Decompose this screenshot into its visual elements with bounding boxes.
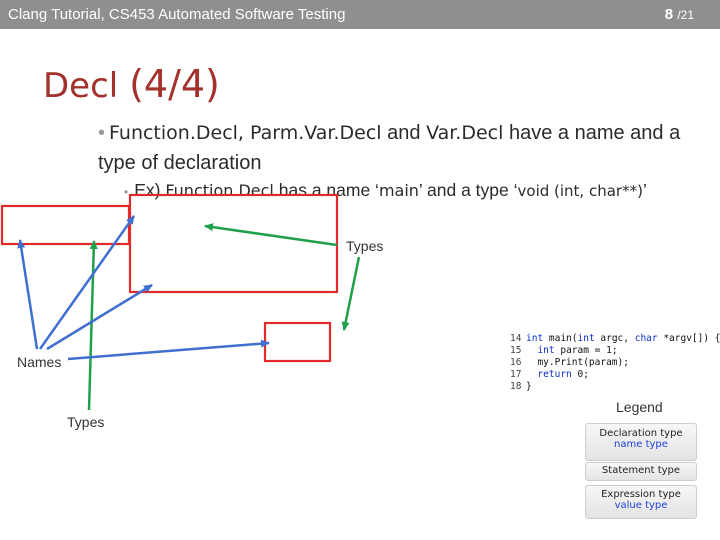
code-keyword: char [634,333,658,344]
example-type: void (int, char**) [517,182,643,200]
example-prefix: Ex) [134,180,166,200]
vardecl-name: Var.Decl [426,122,504,144]
code-snippet: 14 int main(int argc, char *argv[]) { 15 … [510,333,720,393]
page-current: 8 [664,6,674,23]
legend-statement-type: Statement type [601,465,681,476]
bullet-text: and [381,122,427,144]
legend-value-type: value type [614,500,668,511]
line-number: 18 [510,381,522,392]
highlight-box-main [128,193,339,294]
line-number: 16 [510,357,522,368]
bullet-dot-small: • [124,185,129,199]
legend-declaration: Declaration type name type [585,423,697,461]
code-text: main( [543,333,578,344]
arrow-names-to-int [17,239,39,350]
label-names: Names [17,354,62,370]
code-line: 16 my.Print(param); [510,357,720,369]
legend-declaration-type: Declaration type [599,428,683,439]
page-indicator: 8 /21 [665,6,694,23]
decl-names: Function.Decl, Parm.Var.Decl [109,122,382,144]
line-number: 14 [510,333,522,344]
legend-expression: Expression type value type [585,485,697,519]
code-keyword: int [526,333,544,344]
code-text: 0; [571,369,589,380]
example-end: ’ [642,180,647,200]
legend-title: Legend [616,399,663,415]
arrow-names-to-main [38,215,136,350]
code-line: 14 int main(int argc, char *argv[]) { [510,333,720,345]
code-line: 18} [510,381,720,393]
label-types-bottom: Types [67,414,105,430]
code-line: 17 return 0; [510,369,720,381]
slide-title: Decl (4/4) [43,62,220,106]
example-name: main [378,181,419,200]
line-number: 17 [510,369,522,380]
legend-statement: Statement type [585,462,697,481]
code-keyword: return [537,369,572,380]
code-line: 15 int param = 1; [510,345,720,357]
slide-title-main: Decl [43,66,119,106]
slide-title-part: (4/4) [129,62,220,106]
code-text: argc, [594,333,635,344]
code-keyword: int [537,345,555,356]
code-text: my.Print(param); [537,357,629,368]
line-number: 15 [510,345,522,356]
header-bar: Clang Tutorial, CS453 Automated Software… [0,0,720,29]
label-types-top: Types [346,238,384,254]
bullet-example: • Ex) Function.Decl has a name ‘main’ and… [124,180,714,201]
arrow-names-to-argv [67,339,270,361]
course-title: Clang Tutorial, CS453 Automated Software… [8,6,346,23]
highlight-box-int [0,204,131,246]
legend-expression-type: Expression type [601,489,681,500]
legend-name-type: name type [614,439,668,450]
page-total: /21 [677,8,694,22]
code-text: param = 1; [554,345,618,356]
example-mid1: has a name ‘ [273,180,379,200]
code-keyword: int [577,333,595,344]
arrow-names-to-box [46,283,153,351]
bullet-dot: • [98,122,106,144]
arrow-types-to-argv [341,256,361,331]
code-text: *argv[]) { [657,333,720,344]
arrow-types-up [87,240,98,411]
arrow-types-to-main [204,223,338,247]
example-mid2: ’ and a type ‘ [418,180,518,200]
bullet-main: • Function.Decl, Parm.Var.Decl and Var.De… [98,118,713,178]
highlight-box-argv [263,321,332,363]
example-fn: Function.Decl [165,181,274,200]
code-text: } [526,381,532,392]
